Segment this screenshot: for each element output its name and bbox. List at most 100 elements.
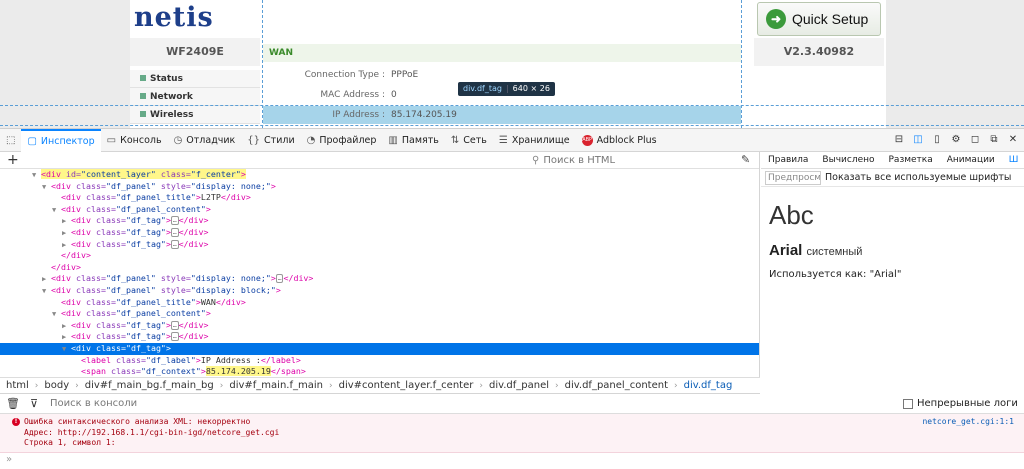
responsive-mode-icon[interactable]: ▯ [930,133,944,147]
font-preview-input[interactable]: Предпросмотр [765,170,821,185]
tab-debugger[interactable]: ◷ Отладчик [168,129,242,152]
console-toolbar: 🗑 ⊽ Поиск в консоли Непрерывные логи [0,394,1024,414]
dock-bottom-icon[interactable]: ⊟ [892,133,906,147]
markup-line[interactable]: ▶ <div class="df_tag">… </div> [0,215,759,227]
filter-icon[interactable]: ⊽ [26,397,42,410]
breadcrumb-item[interactable]: body [44,380,69,391]
markup-token: </div> [178,238,209,249]
markup-tree[interactable]: ▼ <div id="content_layer" class="f_center… [0,169,759,378]
breadcrumb-separator-icon: › [219,380,224,391]
popout-icon[interactable]: ⧉ [987,133,1001,147]
nav-item-status[interactable]: Status [130,70,260,88]
markup-line[interactable]: <div class="df_panel_title">L2TP</div> [0,192,759,204]
tab-profiler[interactable]: ◔ Профайлер [301,129,383,152]
sidebar-toggle-icon[interactable]: ◫ [911,133,925,147]
markup-token: "df_panel_content" [115,308,206,319]
add-node-icon[interactable]: + [7,152,19,168]
ellipsis-badge[interactable]: … [170,332,179,342]
markup-token: </div> [220,192,251,203]
tab-rules[interactable]: Правила [761,155,815,165]
fonts-toolbar: Предпросмотр Показать все используемые ш… [761,169,1024,187]
checkbox-box[interactable] [903,398,913,409]
tab-storage[interactable]: ☰ Хранилище [493,129,576,152]
profiler-icon: ◔ [306,134,316,146]
markup-token: "df_panel" [105,273,156,284]
router-sidenav: Status Network Wireless [130,70,260,124]
tab-computed[interactable]: Вычислено [815,155,881,165]
markup-line[interactable]: ▼ <div class="df_tag"> [0,342,759,355]
markup-line[interactable]: <div class="df_panel_title">WAN</div> [0,297,759,309]
markup-line[interactable]: ▼ <div class="df_panel_content"> [0,204,759,216]
tab-style-editor[interactable]: {} Стили [241,129,300,152]
tab-network[interactable]: ⇅ Сеть [445,129,493,152]
adblock-icon: ABP [581,134,593,146]
close-icon[interactable]: ✕ [1006,133,1020,147]
console-filter-input[interactable]: Поиск в консоли [50,398,137,409]
nav-item-network[interactable]: Network [130,88,260,106]
highlight-guide-top [0,105,1024,106]
breadcrumb-item[interactable]: div.df_panel [489,380,549,391]
trash-icon[interactable]: 🗑 [5,397,21,410]
markup-line[interactable]: </div> [0,250,759,262]
breadcrumb-item[interactable]: html [6,380,29,391]
markup-line[interactable]: </div> [0,262,759,274]
eyedropper-icon[interactable]: ✎ [741,153,750,166]
show-all-fonts-link[interactable]: Показать все используемые шрифты [825,172,1011,183]
tab-animations[interactable]: Анимации [940,155,1002,165]
ellipsis-badge[interactable]: … [170,216,179,226]
markup-line[interactable]: ▶ <div class="df_panel" style="display: n… [0,273,759,285]
tab-memory[interactable]: ▥ Память [382,129,444,152]
markup-line[interactable]: ▼ <div id="content_layer" class="f_center… [0,169,759,181]
breadcrumb-item[interactable]: div.df_tag [684,380,733,391]
ellipsis-badge[interactable]: … [170,227,179,237]
breadcrumb: html › body › div#f_main_bg.f_main_bg › div#f_… [0,377,760,394]
memory-icon: ▥ [388,134,398,146]
quick-setup-button[interactable]: ➜ Quick Setup [757,2,881,36]
nav-item-wireless[interactable]: Wireless [130,106,260,124]
devtools-toolbar: ⬚ ▢ Инспектор ▭ Консоль ◷ Отладчик {} Стили … [0,128,1024,152]
breadcrumb-item[interactable]: div#f_main_bg.f_main_bg [85,380,214,391]
breadcrumb-item[interactable]: div#content_layer.f_center [339,380,474,391]
inspected-page: netis ➜ Quick Setup WF2409E V2.3.40982 S… [0,0,1024,128]
tab-console[interactable]: ▭ Консоль [101,129,168,152]
breadcrumb-item[interactable]: div.df_panel_content [565,380,668,391]
markup-token: "df_tag" [125,226,166,237]
markup-token: class= [95,215,126,226]
inspector-icon: ▢ [27,135,37,147]
markup-token: <span [81,366,111,377]
markup-token: class= [85,203,116,214]
ellipsis-badge[interactable]: … [170,239,179,249]
tab-fonts[interactable]: Ш [1002,155,1024,165]
markup-token: <div [61,296,86,307]
markup-line[interactable]: ▶ <div class="df_tag">… </div> [0,227,759,239]
inspector-sidebar: Правила Вычислено Разметка Анимации Ш Пр… [761,152,1024,394]
tab-layout[interactable]: Разметка [882,155,940,165]
markup-token: <div [41,169,66,179]
markup-line[interactable]: ▶ <div class="df_tag">… </div> [0,239,759,251]
markup-line[interactable]: ▼ <div class="df_panel" style="display: b… [0,285,759,297]
markup-token: "content_layer" [80,169,156,179]
settings-gear-icon[interactable]: ⚙ [949,133,963,147]
markup-token: style= [155,180,191,191]
tab-adblock-plus[interactable]: ABP Adblock Plus [576,129,663,152]
markup-line[interactable]: <span class="df_context">85.174.205.19</… [0,366,759,378]
markup-line[interactable]: ▶ <div class="df_tag">… </div> [0,331,759,343]
markup-line[interactable]: ▶ <div class="df_tag">… </div> [0,320,759,332]
markup-line[interactable]: ▼ <div class="df_panel" style="display: n… [0,181,759,193]
markup-line[interactable]: <label class="df_label">IP Address :</la… [0,355,759,367]
ellipsis-badge[interactable]: … [170,320,179,330]
markup-token: <div [71,238,96,249]
tab-inspector[interactable]: ▢ Инспектор [21,128,101,152]
error-source-link[interactable]: netcore_get.cgi:1:1 [922,417,1014,426]
markup-line[interactable]: ▼ <div class="df_panel_content"> [0,308,759,320]
split-console-icon[interactable]: ◻ [968,133,982,147]
pick-element-button[interactable]: ⬚ [0,129,21,152]
console-input[interactable]: » [0,453,1024,469]
html-search-input[interactable]: ⚲ Поиск в HTML [528,153,728,168]
breadcrumb-item[interactable]: div#f_main.f_main [229,380,323,391]
markup-token: "df_context" [140,366,201,377]
markup-token: class= [75,180,106,191]
persist-logs-checkbox[interactable]: Непрерывные логи [903,398,1018,409]
markup-token: "display: none;" [190,273,271,284]
markup-token: class= [95,238,126,249]
